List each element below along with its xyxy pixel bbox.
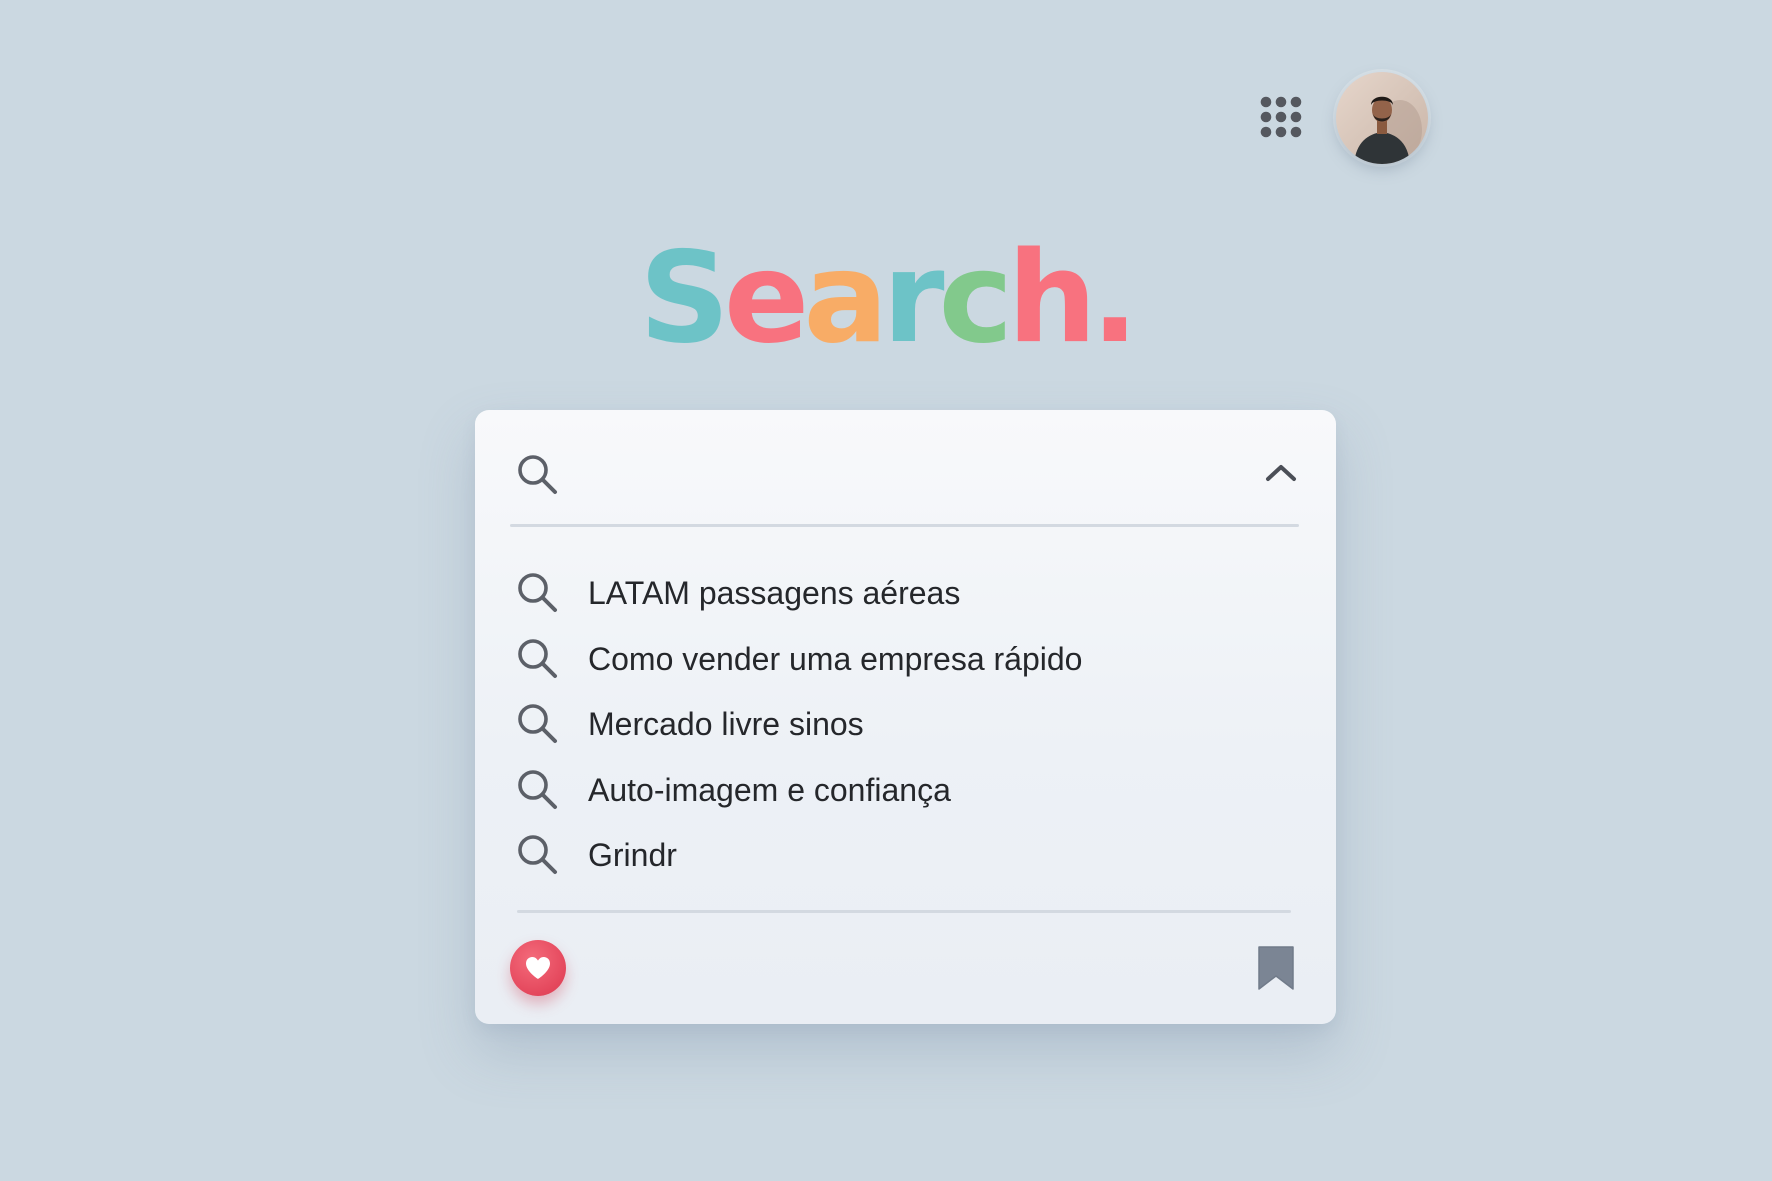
suggestion-label: LATAM passagens aéreas — [588, 575, 961, 611]
logo-letter: h — [1007, 224, 1097, 371]
suggestion-item[interactable]: Como vender uma empresa rápido — [475, 626, 1336, 692]
grid-dots-icon — [1260, 96, 1302, 138]
search-icon — [518, 704, 557, 743]
logo-letter: S — [639, 224, 730, 371]
divider — [510, 524, 1299, 527]
collapse-button[interactable] — [1261, 454, 1301, 494]
logo-letter: r — [882, 224, 944, 371]
logo-letter: e — [723, 224, 810, 371]
avatar[interactable] — [1336, 72, 1428, 164]
apps-button[interactable] — [1256, 92, 1306, 142]
logo-letter: c — [938, 224, 1014, 371]
suggestion-list: LATAM passagens aéreas Como vender uma e… — [475, 560, 1336, 888]
suggestion-item[interactable]: Grindr — [475, 822, 1336, 888]
search-icon — [518, 769, 557, 809]
logo-letter: a — [803, 224, 888, 371]
suggestion-item[interactable]: Auto-imagem e confiança — [475, 757, 1336, 823]
search-icon — [518, 455, 557, 494]
suggestion-label: Como vender uma empresa rápido — [588, 640, 1083, 677]
suggestion-item[interactable]: LATAM passagens aéreas — [475, 560, 1336, 626]
logo-letter: . — [1090, 224, 1139, 371]
user-avatar-image — [1336, 72, 1428, 164]
search-icon — [518, 835, 557, 874]
suggestion-label: Auto-imagem e confiança — [588, 771, 951, 808]
suggestion-item[interactable]: Mercado livre sinos — [475, 691, 1336, 757]
suggestion-label: Grindr — [588, 837, 677, 873]
search-logo: Search. — [0, 228, 1772, 368]
divider — [517, 910, 1291, 913]
search-icon — [518, 573, 557, 612]
search-card: LATAM passagens aéreas Como vender uma e… — [475, 410, 1336, 1024]
suggestion-label: Mercado livre sinos — [588, 706, 864, 742]
search-icon — [518, 638, 557, 678]
search-input[interactable] — [585, 446, 1209, 504]
heart-icon — [526, 957, 550, 979]
top-bar — [1246, 72, 1432, 168]
bookmark-icon — [1258, 946, 1294, 990]
favorite-button[interactable] — [510, 940, 566, 996]
bookmark-button[interactable] — [1254, 944, 1298, 992]
search-bar — [475, 410, 1336, 528]
chevron-up-icon — [1266, 465, 1296, 481]
